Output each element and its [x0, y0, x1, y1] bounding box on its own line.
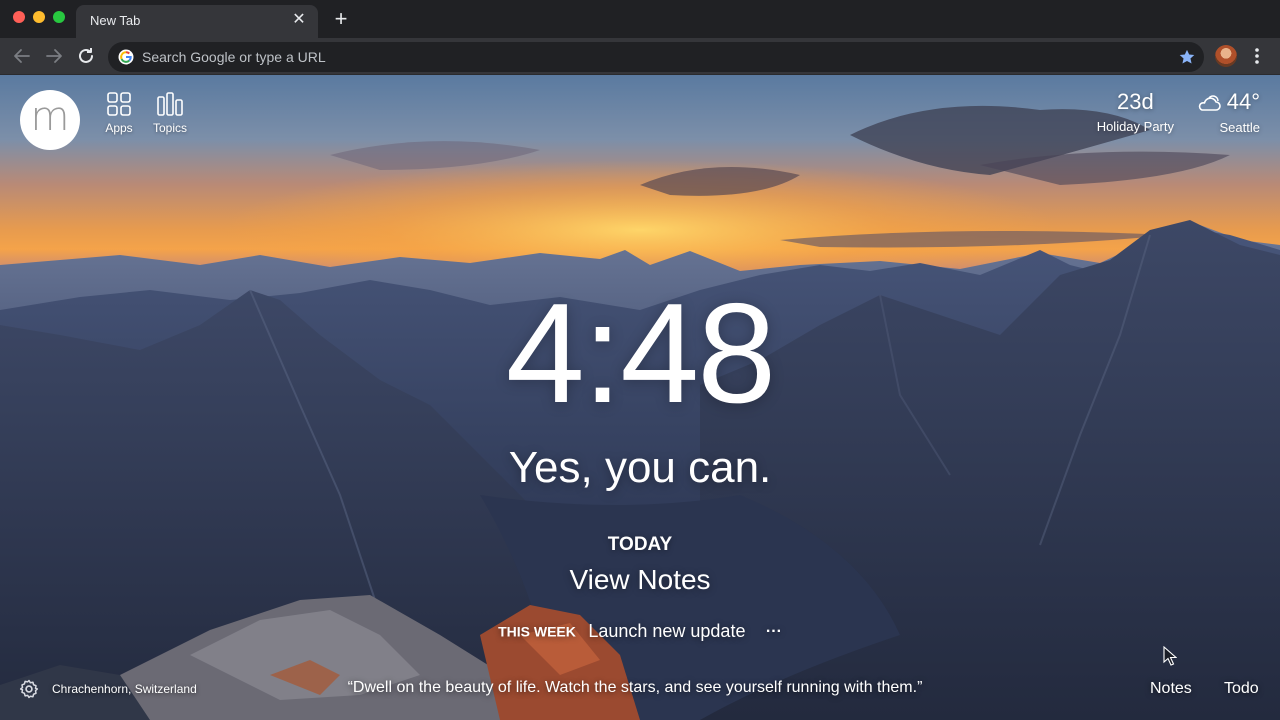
browser-toolbar — [0, 38, 1280, 75]
week-label: THIS WEEK — [498, 623, 576, 640]
google-icon — [118, 49, 134, 65]
reload-icon[interactable] — [74, 44, 98, 68]
three-dot-menu-icon[interactable] — [1249, 46, 1265, 66]
apps-label: Apps — [105, 121, 133, 135]
topics-link[interactable]: Topics — [147, 91, 193, 135]
cloud-sun-icon — [1198, 95, 1221, 111]
weather-widget[interactable]: 44° Seattle — [1195, 89, 1260, 135]
star-icon[interactable] — [1178, 48, 1196, 66]
profile-avatar[interactable] — [1215, 45, 1237, 67]
week-value[interactable]: Launch new update — [588, 621, 745, 641]
todo-button[interactable]: Todo — [1224, 680, 1259, 698]
new-tab-button[interactable]: + — [330, 8, 352, 30]
mouse-cursor-icon — [1163, 646, 1177, 666]
tab-title: New Tab — [90, 13, 141, 28]
topics-label: Topics — [152, 121, 187, 135]
weekly-focus: THIS WEEK Launch new update ··· — [0, 621, 1280, 642]
forward-arrow-icon[interactable] — [42, 44, 66, 68]
window-close-button[interactable] — [13, 11, 25, 23]
window-minimize-button[interactable] — [33, 11, 45, 23]
notes-button[interactable]: Notes — [1150, 680, 1192, 698]
countdown-value: 23d — [1116, 89, 1154, 114]
apps-link[interactable]: Apps — [96, 91, 142, 135]
countdown-widget[interactable]: 23d Holiday Party — [1097, 89, 1174, 134]
momentum-page: m Apps Topics 23d Holiday Party 44° Seat… — [0, 75, 1280, 720]
weather-location: Seattle — [1219, 120, 1260, 135]
weather-temperature: 44° — [1226, 89, 1260, 114]
tab-strip: New Tab ✕ + — [0, 0, 1280, 38]
focus-title: TODAY — [607, 534, 673, 555]
omnibox[interactable] — [108, 42, 1204, 72]
grid-icon — [107, 92, 131, 116]
momentum-logo[interactable]: m — [20, 90, 80, 150]
mantra-text: Yes, you can. — [508, 443, 772, 492]
clock-time[interactable]: 4:48 — [0, 283, 1280, 425]
back-arrow-icon[interactable] — [10, 44, 34, 68]
bars-icon — [157, 92, 183, 116]
countdown-label: Holiday Party — [1096, 119, 1174, 134]
logo-letter: m — [30, 94, 70, 140]
window-maximize-button[interactable] — [53, 11, 65, 23]
tab-new-tab[interactable]: New Tab ✕ — [76, 5, 318, 38]
focus-value[interactable]: View Notes — [0, 564, 1280, 596]
quote-text[interactable]: “Dwell on the beauty of life. Watch the … — [0, 679, 1270, 697]
more-options-icon[interactable]: ··· — [766, 623, 782, 640]
address-bar-input[interactable] — [142, 42, 1142, 72]
close-icon[interactable]: ✕ — [290, 11, 308, 29]
